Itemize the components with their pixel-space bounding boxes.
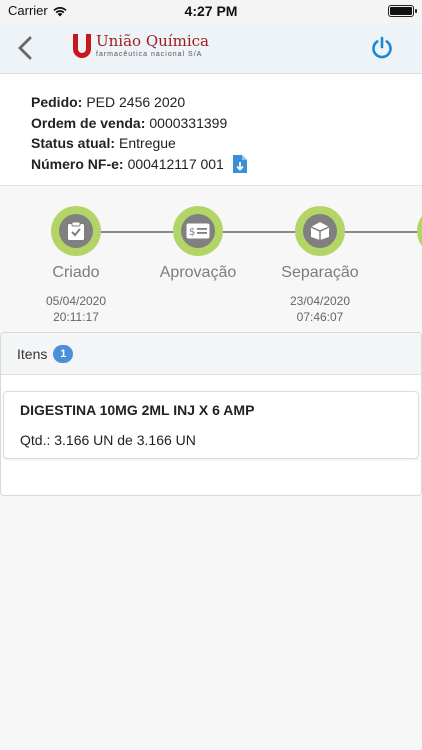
step-date: 23 <box>382 293 422 309</box>
logo-name: União Química <box>96 32 209 50</box>
step-label: Fa <box>382 264 422 282</box>
step-datetime: 23 2 <box>382 293 422 325</box>
item-quantity: Qtd.: 3.166 UN de 3.166 UN <box>20 432 196 448</box>
step-time: 2 <box>382 309 422 325</box>
pedido-value: PED 2456 2020 <box>86 94 186 110</box>
uniao-quimica-logo: União Química farmacêutica nacional S/A <box>72 33 209 59</box>
step-circle: $ <box>173 206 223 256</box>
clipboard-check-icon <box>68 221 84 240</box>
logo-mark-icon <box>73 34 91 58</box>
items-count-badge: 1 <box>53 344 74 363</box>
list-item[interactable]: DIGESTINA 10MG 2ML INJ X 6 AMP Qtd.: 3.1… <box>3 391 419 459</box>
logo-subtitle: farmacêutica nacional S/A <box>96 51 203 58</box>
step-time: 20:11:17 <box>53 310 99 324</box>
back-chevron-icon[interactable] <box>12 34 40 62</box>
svg-text:$: $ <box>189 227 195 238</box>
download-document-icon[interactable] <box>232 154 248 174</box>
step-date: 23/04/2020 <box>289 294 351 308</box>
app-header: União Química farmacêutica nacional S/A <box>0 22 422 74</box>
status-bar: Carrier 4:27 PM <box>0 0 422 22</box>
box-icon <box>310 222 330 240</box>
order-pedido-row: Pedido: PED 2456 2020 <box>31 92 422 113</box>
item-name: DIGESTINA 10MG 2ML INJ X 6 AMP <box>20 402 255 418</box>
payment-card-icon: $ <box>186 223 210 239</box>
order-ordem-row: Ordem de venda: 0000331399 <box>31 113 422 134</box>
step-circle <box>417 206 422 256</box>
step-label: Criado <box>52 264 100 281</box>
nfe-value: 000412117 001 <box>127 155 224 172</box>
items-title: Itens <box>17 345 48 362</box>
status-value: Entregue <box>119 135 176 151</box>
step-circle <box>51 206 101 256</box>
order-nfe-row: Número NF-e: 000412117 001 <box>31 154 422 175</box>
power-icon[interactable] <box>370 36 394 60</box>
step-time: 07:46:07 <box>296 310 344 324</box>
items-panel: Itens 1 DIGESTINA 10MG 2ML INJ X 6 AMP Q… <box>0 332 422 496</box>
step-label: Separação <box>281 264 359 281</box>
timeline-connector <box>60 231 422 233</box>
order-timeline: Criado 05/04/2020 20:11:17 $ Aprovação S… <box>0 186 422 332</box>
clock: 4:27 PM <box>184 3 238 19</box>
step-label: Aprovação <box>159 264 237 281</box>
items-header: Itens 1 <box>1 333 421 375</box>
step-datetime: 23/04/2020 07:46:07 <box>260 293 380 325</box>
pedido-label: Pedido: <box>31 94 83 110</box>
ordem-value: 0000331399 <box>149 114 228 131</box>
ordem-label: Ordem de venda: <box>31 114 146 131</box>
step-datetime: 05/04/2020 20:11:17 <box>16 293 136 325</box>
battery-icon <box>388 5 417 17</box>
order-details: Pedido: PED 2456 2020 Ordem de venda: 00… <box>0 74 422 186</box>
order-status-row: Status atual: Entregue <box>31 133 422 154</box>
step-circle <box>295 206 345 256</box>
nfe-label: Número NF-e: <box>31 155 124 172</box>
status-label: Status atual: <box>31 135 116 151</box>
step-date: 05/04/2020 <box>45 294 107 308</box>
